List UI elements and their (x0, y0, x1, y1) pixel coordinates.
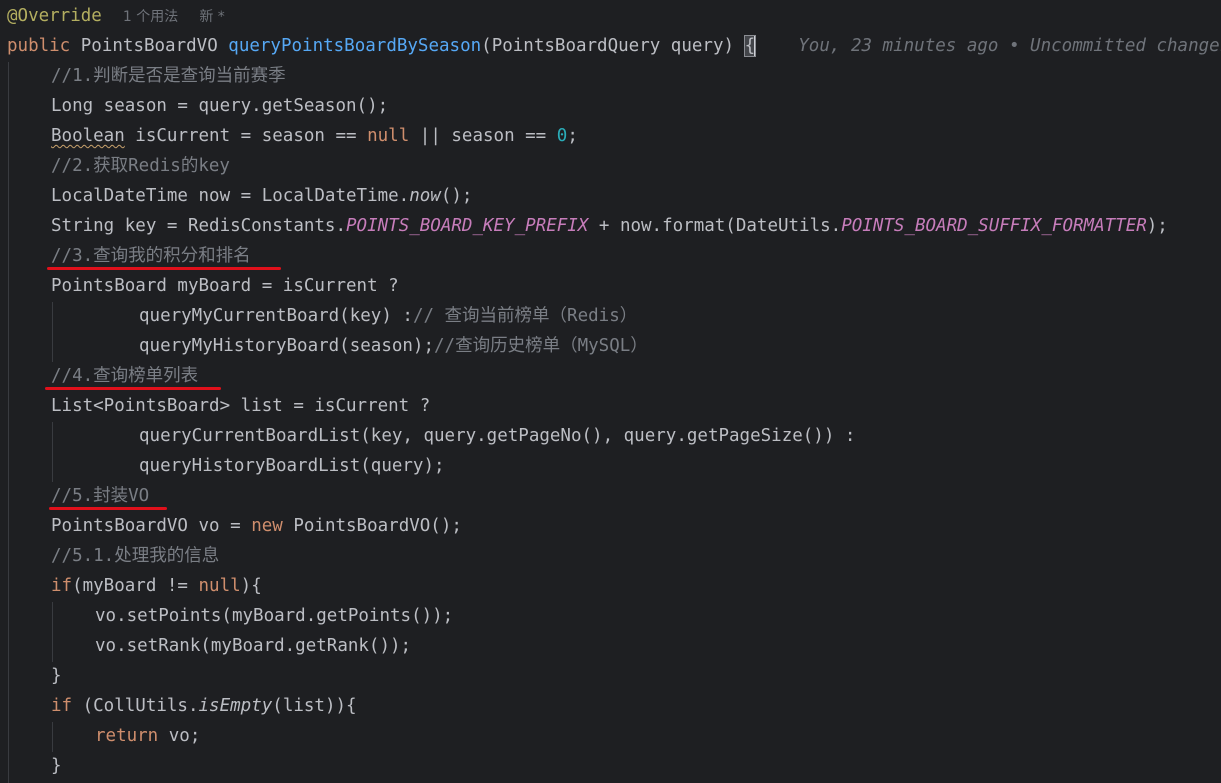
code-line[interactable]: //5.1.处理我的信息 (51, 541, 1221, 571)
code-line[interactable]: Long season = query.getSeason(); (51, 91, 1221, 121)
warning-squiggle[interactable]: Boolean (51, 126, 125, 146)
comment: // 查询当前榜单（Redis） (412, 306, 638, 326)
keyword: new (251, 516, 283, 536)
indent-guide (52, 302, 53, 362)
code-text: queryMyHistoryBoard(season); (139, 336, 435, 356)
keyword: null (367, 126, 410, 146)
code-line[interactable]: } (51, 751, 1221, 781)
code-line[interactable]: queryMyHistoryBoard(season);//查询历史榜单（MyS… (139, 331, 1221, 361)
comment: //5.封装VO (51, 486, 150, 506)
code-text: isCurrent = season == (124, 126, 368, 146)
red-underline-mark (45, 387, 221, 390)
code-text: ); (1146, 216, 1168, 236)
code-text: (list)){ (272, 696, 357, 716)
code-text: queryMyCurrentBoard(key) : (139, 306, 413, 326)
code-line[interactable]: if (CollUtils.isEmpty(list)){ (51, 691, 1221, 721)
code-line[interactable]: //4.查询榜单列表 (51, 361, 1221, 391)
comment: //2.获取Redis的key (51, 156, 230, 176)
keyword: if (51, 576, 73, 596)
code-line[interactable]: @Override 1 个用法 新 * (7, 1, 1221, 31)
code-line[interactable]: //2.获取Redis的key (51, 151, 1221, 181)
code-text: + now.format(DateUtils. (588, 216, 842, 236)
constant: POINTS_BOARD_SUFFIX_FORMATTER (841, 216, 1147, 236)
code-text: LocalDateTime now = LocalDateTime. (51, 186, 410, 206)
code-line[interactable]: } (51, 661, 1221, 691)
code-text: (CollUtils. (72, 696, 199, 716)
git-blame-hint[interactable]: You, 23 minutes ago • Uncommitted change… (798, 36, 1221, 56)
code-text: PointsBoardVO vo = (51, 516, 252, 536)
code-line[interactable]: //5.封装VO (51, 481, 1221, 511)
code-text: queryHistoryBoardList(query); (139, 456, 445, 476)
comment: //5.1.处理我的信息 (51, 546, 220, 566)
code-line[interactable]: String key = RedisConstants.POINTS_BOARD… (51, 211, 1221, 241)
code-line[interactable]: if(myBoard != null){ (51, 571, 1221, 601)
code-text: (); (440, 186, 473, 206)
new-hint: 新 * (199, 9, 225, 25)
comment: //4.查询榜单列表 (51, 366, 199, 386)
code-editor[interactable]: @Override 1 个用法 新 * public PointsBoardVO… (0, 0, 1221, 783)
code-text: vo.setRank(myBoard.getRank()); (95, 636, 412, 656)
constant: POINTS_BOARD_KEY_PREFIX (346, 216, 589, 236)
red-underline-mark (47, 267, 281, 270)
keyword: if (51, 696, 73, 716)
indent-guide (52, 422, 53, 482)
comment: //1.判断是否是查询当前赛季 (51, 66, 286, 86)
text-caret (754, 35, 757, 57)
static-method: isEmpty (198, 696, 273, 716)
code-line[interactable]: Boolean isCurrent = season == null || se… (51, 121, 1221, 151)
code-text: String key = RedisConstants. (51, 216, 347, 236)
code-line[interactable]: List<PointsBoard> list = isCurrent ? (51, 391, 1221, 421)
code-text: (myBoard != (72, 576, 199, 596)
code-text: PointsBoardVO(); (282, 516, 462, 536)
code-line[interactable]: //1.判断是否是查询当前赛季 (51, 61, 1221, 91)
method-name[interactable]: queryPointsBoardBySeason (228, 36, 481, 56)
code-text: } (51, 756, 62, 776)
annotation: @Override (7, 6, 102, 26)
indent-guide (52, 602, 53, 662)
usage-hint[interactable]: 1 个用法 (123, 9, 178, 25)
keyword: return (95, 726, 159, 746)
code-text: } (51, 666, 62, 686)
red-underline-mark (49, 507, 167, 510)
code-line[interactable]: return vo; (95, 721, 1221, 751)
code-line[interactable]: LocalDateTime now = LocalDateTime.now(); (51, 181, 1221, 211)
code-line[interactable]: PointsBoard myBoard = isCurrent ? (51, 271, 1221, 301)
code-line[interactable]: vo.setPoints(myBoard.getPoints()); (95, 601, 1221, 631)
return-type: PointsBoardVO (80, 36, 218, 56)
code-text: Long season = query.getSeason(); (51, 96, 389, 116)
code-text: PointsBoard myBoard = isCurrent ? (51, 276, 399, 296)
static-method: now (409, 186, 441, 206)
code-text: queryCurrentBoardList(key, query.getPage… (139, 426, 856, 446)
keyword: public (7, 36, 71, 56)
code-line[interactable]: PointsBoardVO vo = new PointsBoardVO(); (51, 511, 1221, 541)
code-text: ; (567, 126, 578, 146)
indent-guide (8, 62, 9, 783)
code-text: || season == (409, 126, 557, 146)
code-text: List<PointsBoard> list = isCurrent ? (51, 396, 431, 416)
indent-guide (52, 722, 53, 752)
code-text: ){ (240, 576, 262, 596)
code-line[interactable]: queryMyCurrentBoard(key) :// 查询当前榜单（Redi… (139, 301, 1221, 331)
method-signature-line[interactable]: public PointsBoardVO queryPointsBoardByS… (7, 31, 1221, 61)
code-line[interactable]: queryCurrentBoardList(key, query.getPage… (139, 421, 1221, 451)
code-line[interactable]: vo.setRank(myBoard.getRank()); (95, 631, 1221, 661)
method-params: (PointsBoardQuery query) (481, 36, 745, 56)
comment: //查询历史榜单（MySQL） (434, 336, 648, 356)
keyword: null (198, 576, 241, 596)
code-line[interactable]: queryHistoryBoardList(query); (139, 451, 1221, 481)
code-text: vo; (158, 726, 201, 746)
comment: //3.查询我的积分和排名 (51, 246, 251, 266)
number-literal: 0 (556, 126, 568, 146)
code-text: vo.setPoints(myBoard.getPoints()); (95, 606, 454, 626)
